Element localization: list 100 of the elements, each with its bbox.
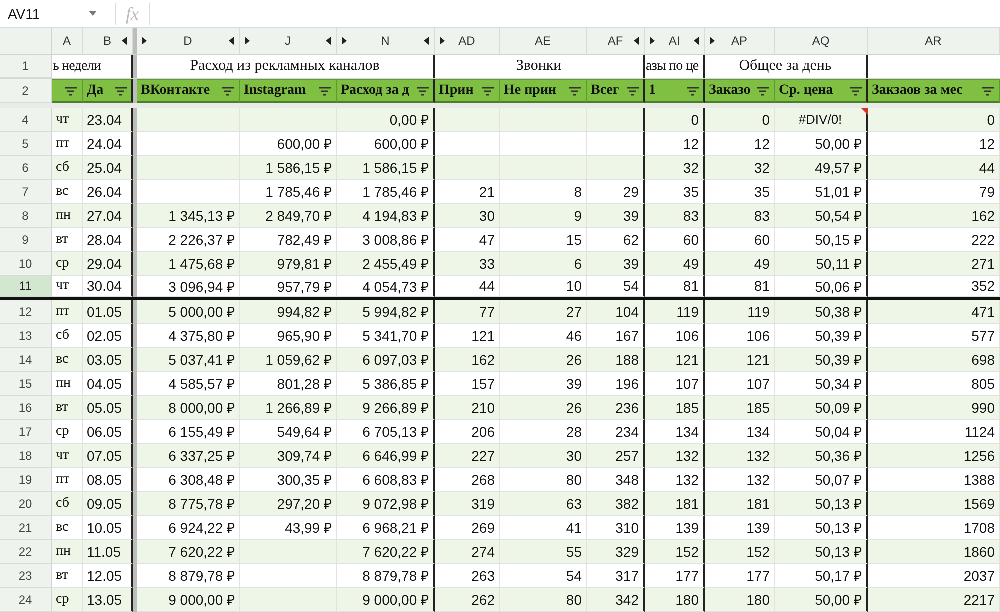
- filter-icon[interactable]: [687, 86, 699, 96]
- row-header[interactable]: 1: [0, 55, 52, 78]
- filter-icon[interactable]: [482, 86, 494, 96]
- row-header[interactable]: 24: [0, 588, 52, 612]
- expand-left-icon[interactable]: [326, 37, 331, 45]
- freeze-bar[interactable]: [133, 564, 137, 588]
- table-cell: 132: [645, 444, 705, 468]
- row-header[interactable]: 18: [0, 444, 52, 468]
- table-cell: 39: [587, 252, 645, 276]
- column-header[interactable]: J: [240, 28, 337, 54]
- row-header[interactable]: 7: [0, 180, 52, 204]
- freeze-bar[interactable]: [133, 204, 137, 228]
- column-header[interactable]: AF: [587, 28, 645, 54]
- table-cell: 9 266,89 ₽: [337, 396, 435, 420]
- expand-left-icon[interactable]: [634, 37, 639, 45]
- table-cell: 50,06 ₽: [775, 276, 868, 297]
- freeze-bar[interactable]: [133, 28, 137, 54]
- freeze-bar[interactable]: [133, 444, 137, 468]
- row-header[interactable]: 5: [0, 132, 52, 156]
- column-header[interactable]: AE: [500, 28, 587, 54]
- filter-icon[interactable]: [115, 86, 127, 96]
- table-cell: 83: [645, 204, 705, 228]
- table-cell: 50,09 ₽: [775, 396, 868, 420]
- column-header[interactable]: AP: [705, 28, 775, 54]
- row-header[interactable]: 9: [0, 228, 52, 252]
- freeze-bar[interactable]: [133, 516, 137, 540]
- column-header[interactable]: AD: [435, 28, 500, 54]
- freeze-bar[interactable]: [133, 108, 137, 132]
- freeze-bar[interactable]: [133, 300, 137, 324]
- row-header[interactable]: 16: [0, 396, 52, 420]
- row-header[interactable]: 21: [0, 516, 52, 540]
- column-header[interactable]: AI: [645, 28, 705, 54]
- freeze-bar[interactable]: [133, 492, 137, 516]
- freeze-bar[interactable]: [133, 324, 137, 348]
- row-header[interactable]: 19: [0, 468, 52, 492]
- freeze-bar[interactable]: [133, 420, 137, 444]
- freeze-bar[interactable]: [133, 396, 137, 420]
- table-cell: 32: [645, 156, 705, 180]
- table-cell: 180: [645, 588, 705, 612]
- freeze-bar[interactable]: [133, 55, 137, 78]
- column-header[interactable]: AQ: [775, 28, 868, 54]
- filter-icon[interactable]: [417, 86, 429, 96]
- filter-icon[interactable]: [569, 86, 581, 96]
- expand-left-icon[interactable]: [424, 37, 429, 45]
- expand-right-icon[interactable]: [440, 37, 445, 45]
- expand-right-icon[interactable]: [245, 37, 250, 45]
- freeze-bar[interactable]: [133, 468, 137, 492]
- expand-right-icon[interactable]: [342, 37, 347, 45]
- row-header[interactable]: 14: [0, 348, 52, 372]
- expand-left-icon[interactable]: [694, 37, 699, 45]
- expand-right-icon[interactable]: [142, 37, 147, 45]
- expand-left-icon[interactable]: [122, 37, 127, 45]
- table-cell: 44: [435, 276, 500, 297]
- row-header[interactable]: 2: [0, 79, 52, 103]
- filter-icon[interactable]: [65, 86, 77, 96]
- row-header[interactable]: 12: [0, 300, 52, 324]
- column-header[interactable]: D: [137, 28, 240, 54]
- row-header[interactable]: 15: [0, 372, 52, 396]
- filter-icon[interactable]: [757, 86, 769, 96]
- row-header[interactable]: 10: [0, 252, 52, 276]
- weekday-cell: пн: [52, 204, 83, 228]
- table-cell: 30: [500, 444, 587, 468]
- name-box[interactable]: AV11: [0, 2, 105, 24]
- row-header[interactable]: 11: [0, 276, 52, 297]
- freeze-bar[interactable]: [133, 276, 137, 297]
- freeze-bar[interactable]: [133, 228, 137, 252]
- freeze-bar[interactable]: [133, 588, 137, 612]
- row-header[interactable]: 17: [0, 420, 52, 444]
- table-cell: 185: [645, 396, 705, 420]
- filter-icon[interactable]: [222, 86, 234, 96]
- freeze-bar[interactable]: [133, 180, 137, 204]
- freeze-bar[interactable]: [133, 348, 137, 372]
- freeze-bar[interactable]: [133, 540, 137, 564]
- freeze-bar[interactable]: [133, 372, 137, 396]
- freeze-bar[interactable]: [133, 156, 137, 180]
- error-cell: #DIV/0!: [775, 108, 868, 132]
- table-cell: 1569: [868, 492, 1000, 516]
- filter-icon[interactable]: [627, 86, 639, 96]
- row-header[interactable]: 8: [0, 204, 52, 228]
- row-header[interactable]: 22: [0, 540, 52, 564]
- row-header[interactable]: 6: [0, 156, 52, 180]
- table-cell: 274: [435, 540, 500, 564]
- row-header[interactable]: 13: [0, 324, 52, 348]
- column-header[interactable]: A: [52, 28, 83, 54]
- row-header[interactable]: 4: [0, 108, 52, 132]
- row-header[interactable]: 20: [0, 492, 52, 516]
- expand-left-icon[interactable]: [229, 37, 234, 45]
- column-header[interactable]: N: [337, 28, 435, 54]
- row-header[interactable]: 23: [0, 564, 52, 588]
- expand-right-icon[interactable]: [650, 37, 655, 45]
- expand-right-icon[interactable]: [710, 37, 715, 45]
- filter-icon[interactable]: [982, 86, 994, 96]
- column-header[interactable]: AR: [868, 28, 1000, 54]
- table-cell: 49: [705, 252, 775, 276]
- freeze-bar[interactable]: [133, 79, 137, 103]
- freeze-bar[interactable]: [133, 252, 137, 276]
- table-cell: 7 620,22 ₽: [337, 540, 435, 564]
- filter-icon[interactable]: [850, 86, 862, 96]
- filter-icon[interactable]: [319, 86, 331, 96]
- freeze-bar[interactable]: [133, 132, 137, 156]
